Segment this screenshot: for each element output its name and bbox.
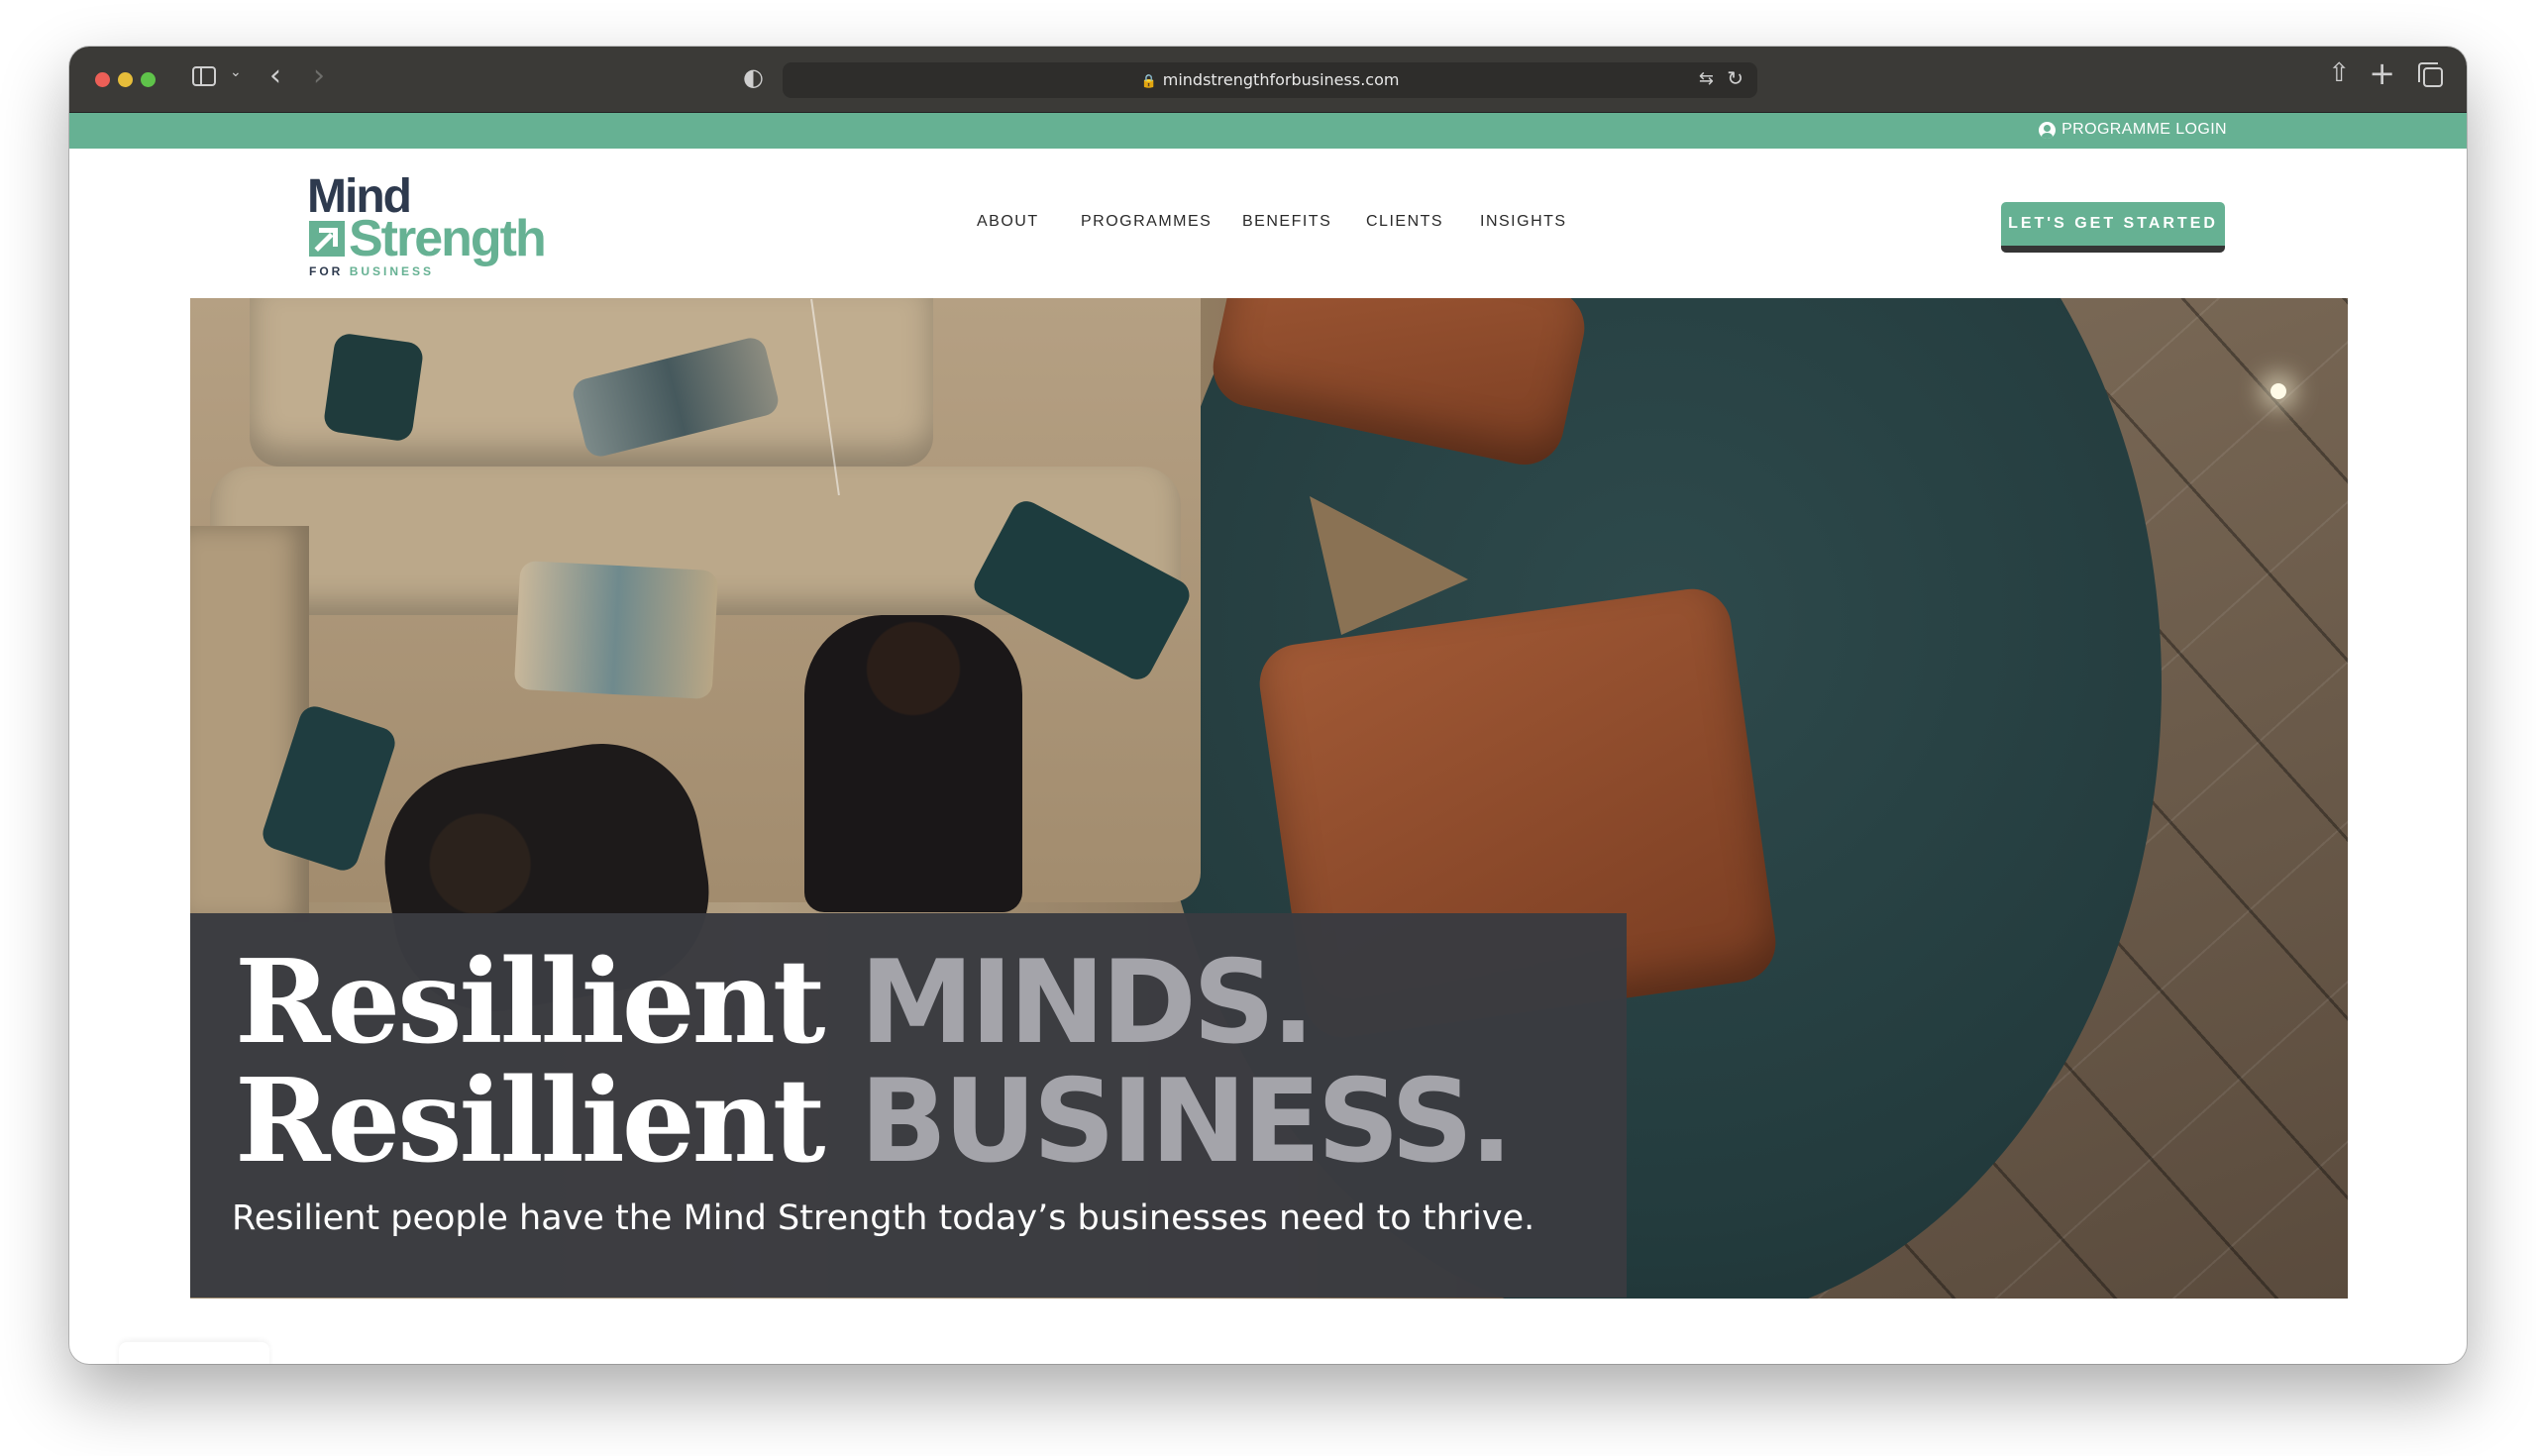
- address-bar[interactable]: 🔒 mindstrengthforbusiness.com ⇆ ↻: [783, 62, 1757, 98]
- sidebar-toggle-icon[interactable]: [192, 66, 216, 86]
- logo-tagline: FOR BUSINESS: [309, 264, 435, 278]
- back-arrow-icon[interactable]: ‹: [269, 58, 281, 93]
- hero-subtitle: Resilient people have the Mind Strength …: [232, 1198, 1535, 1238]
- minimize-window-button[interactable]: [118, 72, 133, 87]
- new-tab-icon[interactable]: +: [2369, 54, 2395, 92]
- hero-text-panel: Resillient MINDS. Resillient BUSINESS. R…: [190, 913, 1627, 1298]
- page-bottom-tab: [119, 1342, 269, 1364]
- browser-window: ⌄ ‹ › ◐ 🔒 mindstrengthforbusiness.com ⇆ ↻…: [69, 47, 2467, 1364]
- share-icon[interactable]: ⇧: [2328, 58, 2350, 88]
- nav-insights[interactable]: INSIGHTS: [1480, 213, 1567, 231]
- translate-icon[interactable]: ⇆: [1699, 68, 1714, 89]
- user-icon: [2039, 121, 2057, 139]
- utility-bar: PROGRAMME LOGIN: [69, 113, 2467, 149]
- arrow-mark-icon: [309, 221, 345, 257]
- hero-banner: Resillient MINDS. Resillient BUSINESS. R…: [190, 298, 2348, 1299]
- logo-word-strength: Strength: [349, 210, 547, 267]
- browser-titlebar: ⌄ ‹ › ◐ 🔒 mindstrengthforbusiness.com ⇆ ↻…: [69, 47, 2467, 113]
- reload-icon[interactable]: ↻: [1727, 66, 1744, 90]
- tab-overview-icon[interactable]: [2418, 62, 2443, 87]
- lock-icon: 🔒: [1140, 74, 1157, 89]
- nav-programmes[interactable]: PROGRAMMES: [1081, 213, 1212, 231]
- zoom-window-button[interactable]: [141, 72, 156, 87]
- hero-headline-line2: Resillient BUSINESS.: [235, 1054, 1513, 1189]
- nav-about[interactable]: ABOUT: [977, 213, 1039, 231]
- programme-login-link[interactable]: PROGRAMME LOGIN: [2039, 121, 2227, 139]
- get-started-button[interactable]: LET'S GET STARTED: [2001, 202, 2225, 253]
- hero-person: [804, 615, 1022, 912]
- forward-arrow-icon[interactable]: ›: [313, 58, 325, 93]
- nav-clients[interactable]: CLIENTS: [1366, 213, 1443, 231]
- chevron-down-icon[interactable]: ⌄: [230, 64, 242, 80]
- privacy-shield-icon[interactable]: ◐: [743, 63, 764, 91]
- nav-benefits[interactable]: BENEFITS: [1242, 213, 1331, 231]
- programme-login-label: PROGRAMME LOGIN: [2061, 121, 2227, 138]
- url-text: mindstrengthforbusiness.com: [1162, 70, 1400, 89]
- close-window-button[interactable]: [95, 72, 110, 87]
- hero-headline-line1: Resillient MINDS.: [235, 935, 1315, 1070]
- site-logo[interactable]: Mind Strength FOR BUSINESS: [307, 173, 584, 282]
